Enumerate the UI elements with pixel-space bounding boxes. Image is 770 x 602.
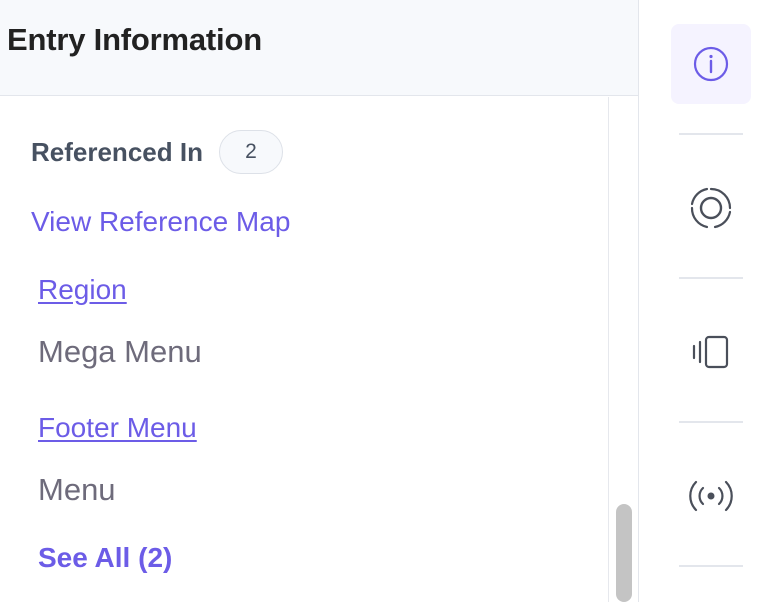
rail-separator <box>679 565 743 567</box>
rail-separator <box>679 133 743 135</box>
info-icon <box>693 46 729 82</box>
device-preview-icon <box>692 335 729 369</box>
reference-entry-type: Mega Menu <box>38 334 202 369</box>
reference-entry-link[interactable]: Footer Menu <box>38 412 197 444</box>
reference-entry-type: Menu <box>38 472 116 507</box>
see-all-button[interactable]: See All (2) <box>38 542 172 574</box>
reference-count-badge: 2 <box>218 130 283 174</box>
view-reference-map-link[interactable]: View Reference Map <box>31 206 290 238</box>
device-preview-tab[interactable] <box>671 312 751 392</box>
panel-title: Entry Information <box>7 22 262 57</box>
rail-separator <box>679 277 743 279</box>
reference-entry-link[interactable]: Region <box>38 274 127 306</box>
broadcast-icon <box>689 480 733 512</box>
referenced-in-heading: Referenced In <box>31 136 203 167</box>
referenced-in-header: Referenced In 2 <box>31 130 283 174</box>
entry-information-tab[interactable] <box>671 24 751 104</box>
target-tab[interactable] <box>671 168 751 248</box>
rail-separator <box>679 421 743 423</box>
target-icon <box>690 187 732 229</box>
panel-header: Entry Information <box>0 0 638 96</box>
scrollbar-thumb[interactable] <box>616 504 632 602</box>
entry-information-panel: Entry Information Referenced In 2 View R… <box>0 0 638 602</box>
broadcast-tab[interactable] <box>671 456 751 536</box>
